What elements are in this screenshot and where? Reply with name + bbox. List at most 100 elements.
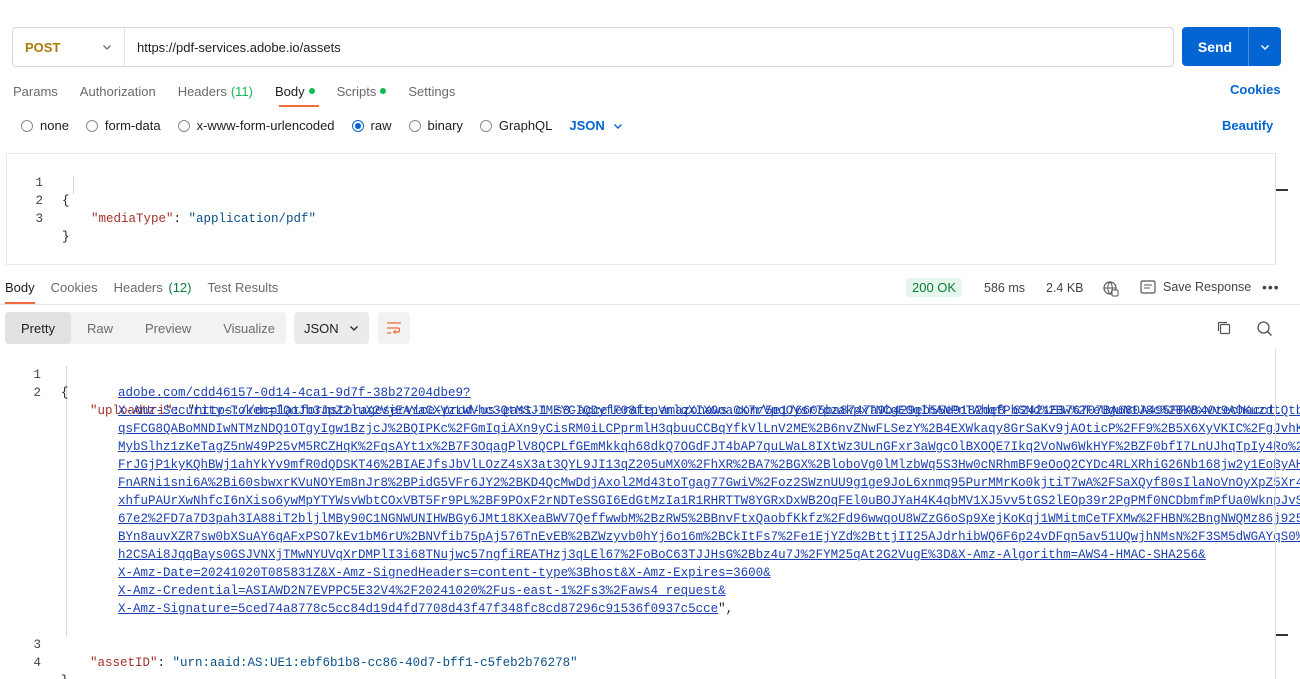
send-button[interactable]: Send	[1182, 27, 1249, 66]
method-select[interactable]: POST	[13, 28, 125, 66]
beautify-button[interactable]: Beautify	[1222, 118, 1273, 133]
tab-body[interactable]: Body	[275, 82, 315, 100]
radio-binary[interactable]: binary	[408, 118, 463, 133]
tab-params[interactable]: Params	[13, 82, 58, 100]
radio-urlencoded[interactable]: x-www-form-urlencoded	[177, 118, 335, 133]
upload-uri-link[interactable]: FnARNi1sni6A%2Bi60sbwxrKVuNOYEm8nJr8%2BP…	[118, 474, 1300, 492]
code-line-wrap: MybSlhz1zKeTagZ5nW49P25vM5RCZHqK%2FqsAYt…	[0, 438, 1300, 456]
request-tabs: Params Authorization Headers (11) Body Sc…	[13, 82, 477, 100]
scroll-position-marker	[1276, 189, 1288, 191]
resp-tab-cookies[interactable]: Cookies	[51, 280, 98, 295]
radio-circle-icon	[177, 119, 190, 132]
cookies-link[interactable]: Cookies	[1230, 82, 1281, 97]
tab-settings[interactable]: Settings	[408, 82, 455, 100]
divider	[0, 304, 1300, 305]
upload-uri-link[interactable]: 67e2%2FD7a7D3pah3IA88iT2bljlMBy90C1NGNWU…	[118, 510, 1300, 528]
radio-circle-icon	[21, 119, 33, 132]
upload-uri-link[interactable]: FrJGjP1kyKQhBWj1ahYkYv9mfR0dQDSKT46%2BIA…	[118, 456, 1300, 474]
request-body-editor[interactable]: 1 { 2 "mediaType": "application/pdf" 3 }	[6, 153, 1275, 265]
upload-uri-link[interactable]: qsFCG8QABoMNDIwNTMzNDQ1OTgyIgw1BzjcJ%2BQ…	[118, 420, 1300, 438]
chevron-down-icon	[103, 45, 111, 50]
response-size[interactable]: 2.4 KB	[1046, 281, 1084, 295]
upload-uri-link[interactable]: X-Amz-Security-Token=IQoJb3JpZ2luX2VjEAY…	[118, 402, 1300, 420]
code-line: 1 {	[33, 368, 69, 400]
code-line-wrap: 67e2%2FD7a7D3pah3IA88iT2bljlMBy90C1NGNWU…	[0, 510, 1300, 528]
code-line-wrap: adobe.com/cdd46157-0d14-4ca1-9d7f-38b272…	[0, 384, 1275, 402]
radio-circle-icon	[408, 119, 421, 132]
view-preview[interactable]: Preview	[129, 312, 207, 344]
tab-scripts[interactable]: Scripts	[337, 82, 387, 100]
radio-raw[interactable]: raw	[351, 118, 392, 133]
status-badge[interactable]: 200 OK	[906, 278, 963, 297]
chevron-down-icon	[350, 326, 358, 331]
modified-dot-icon	[308, 88, 315, 94]
code-line-wrap: X-Amz-Security-Token=IQoJb3JpZ2luX2VjEAY…	[0, 402, 1300, 420]
send-options-button[interactable]	[1249, 27, 1281, 66]
code-line: 2 "uploadUri": "https://dcplatformstorag…	[33, 386, 1283, 418]
radio-circle-icon	[479, 119, 492, 132]
radio-form-data[interactable]: form-data	[85, 118, 161, 133]
wrap-lines-button[interactable]	[378, 312, 410, 344]
tab-headers[interactable]: Headers (11)	[178, 82, 253, 100]
response-time[interactable]: 586 ms	[984, 281, 1025, 295]
response-scrollbar[interactable]	[1275, 348, 1276, 679]
code-line: 3 "assetID": "urn:aaid:AS:UE1:ebf6b1b8-c…	[33, 638, 578, 670]
code-line-wrap: X-Amz-Signature=5ced74a8778c5cc84d19d4fd…	[118, 602, 734, 616]
code-line-wrap: xhfuPAUrXwNhfcI6nXiso6ywMpYTYWsvWbtCOxVB…	[0, 492, 1300, 510]
view-raw[interactable]: Raw	[71, 312, 129, 344]
body-type-options: none form-data x-www-form-urlencoded raw…	[21, 118, 623, 133]
code-line: 3 }	[35, 212, 70, 244]
save-icon	[1140, 280, 1156, 294]
radio-none[interactable]: none	[21, 118, 69, 133]
view-visualize[interactable]: Visualize	[207, 312, 291, 344]
radio-circle-icon	[85, 119, 98, 132]
upload-uri-link[interactable]: X-Amz-Credential=ASIAWD2N7EVPPC5E32V4%2F…	[118, 582, 726, 600]
resp-tab-headers[interactable]: Headers (12)	[114, 280, 192, 295]
upload-uri-link[interactable]: MybSlhz1zKeTagZ5nW49P25vM5RCZHqK%2FqsAYt…	[118, 438, 1300, 456]
upload-uri-link[interactable]: BYn8auvXZR7sw0bXSuAY6qAFxPSO7kEv1bM6rU%2…	[118, 528, 1300, 546]
wrap-icon	[387, 322, 401, 335]
code-line: 4 }	[33, 656, 68, 679]
upload-uri-link[interactable]: h2CSAi8JqqBays0GSJVNXjTMwNYUVqXrDMPlI3i6…	[118, 546, 1206, 564]
save-response-button[interactable]: Save Response	[1140, 280, 1251, 294]
active-tab-indicator	[279, 105, 319, 107]
scroll-position-marker	[1276, 634, 1288, 636]
resp-tab-body[interactable]: Body	[5, 280, 35, 295]
code-line-wrap: BYn8auvXZR7sw0bXSuAY6qAFxPSO7kEv1bM6rU%2…	[0, 528, 1300, 546]
response-body-viewer[interactable]: 1 { 2 "uploadUri": "https://dcplatformst…	[0, 348, 1300, 679]
upload-uri-link[interactable]: xhfuPAUrXwNhfcI6nXiso6ywMpYTYWsvWbtCOxVB…	[118, 492, 1300, 510]
code-line: 2 "mediaType": "application/pdf"	[35, 194, 317, 226]
upload-uri-link[interactable]: X-Amz-Date=20241020T085831Z&X-Amz-Signed…	[118, 564, 771, 582]
code-line-wrap: qsFCG8QABoMNDIwNTMzNDQ1OTgyIgw1BzjcJ%2BQ…	[0, 420, 1300, 438]
response-tabs: Body Cookies Headers (12) Test Results	[5, 280, 294, 295]
chevron-down-icon	[613, 123, 622, 129]
view-mode-group: Pretty Raw Preview Visualize	[5, 312, 286, 344]
code-line: 1 {	[35, 176, 70, 208]
code-line-wrap: FnARNi1sni6A%2Bi60sbwxrKVuNOYEm8nJr8%2BP…	[0, 474, 1300, 492]
search-icon[interactable]	[1256, 320, 1273, 337]
upload-uri-link[interactable]: X-Amz-Signature=5ced74a8778c5cc84d19d4fd…	[118, 602, 718, 616]
radio-circle-icon	[351, 119, 364, 132]
tab-authorization[interactable]: Authorization	[80, 82, 156, 100]
url-input[interactable]	[125, 28, 1173, 66]
code-line-wrap: X-Amz-Date=20241020T085831Z&X-Amz-Signed…	[0, 564, 1275, 582]
view-pretty[interactable]: Pretty	[5, 312, 71, 344]
code-line-wrap: FrJGjP1kyKQhBWj1ahYkYv9mfR0dQDSKT46%2BIA…	[0, 456, 1300, 474]
code-line-wrap: X-Amz-Credential=ASIAWD2N7EVPPC5E32V4%2F…	[0, 582, 1275, 600]
editor-scrollbar[interactable]	[1275, 153, 1276, 265]
response-format-select[interactable]: JSON	[294, 312, 369, 344]
radio-graphql[interactable]: GraphQL	[479, 118, 552, 133]
modified-dot-icon	[380, 88, 387, 94]
send-group: Send	[1182, 27, 1281, 66]
more-options-button[interactable]: •••	[1262, 279, 1280, 295]
code-line-wrap: h2CSAi8JqqBays0GSJVNXjTMwNYUVqXrDMPlI3i6…	[0, 546, 1275, 564]
method-label: POST	[25, 39, 61, 55]
request-bar: POST	[12, 27, 1174, 67]
headers-count: (11)	[230, 83, 253, 99]
network-icon[interactable]	[1102, 280, 1119, 297]
upload-uri-link[interactable]: adobe.com/cdd46157-0d14-4ca1-9d7f-38b272…	[118, 384, 471, 402]
resp-tab-test-results[interactable]: Test Results	[208, 280, 279, 295]
body-format-select[interactable]: JSON	[569, 118, 622, 133]
copy-icon[interactable]	[1216, 320, 1232, 336]
chevron-down-icon	[1261, 44, 1269, 50]
